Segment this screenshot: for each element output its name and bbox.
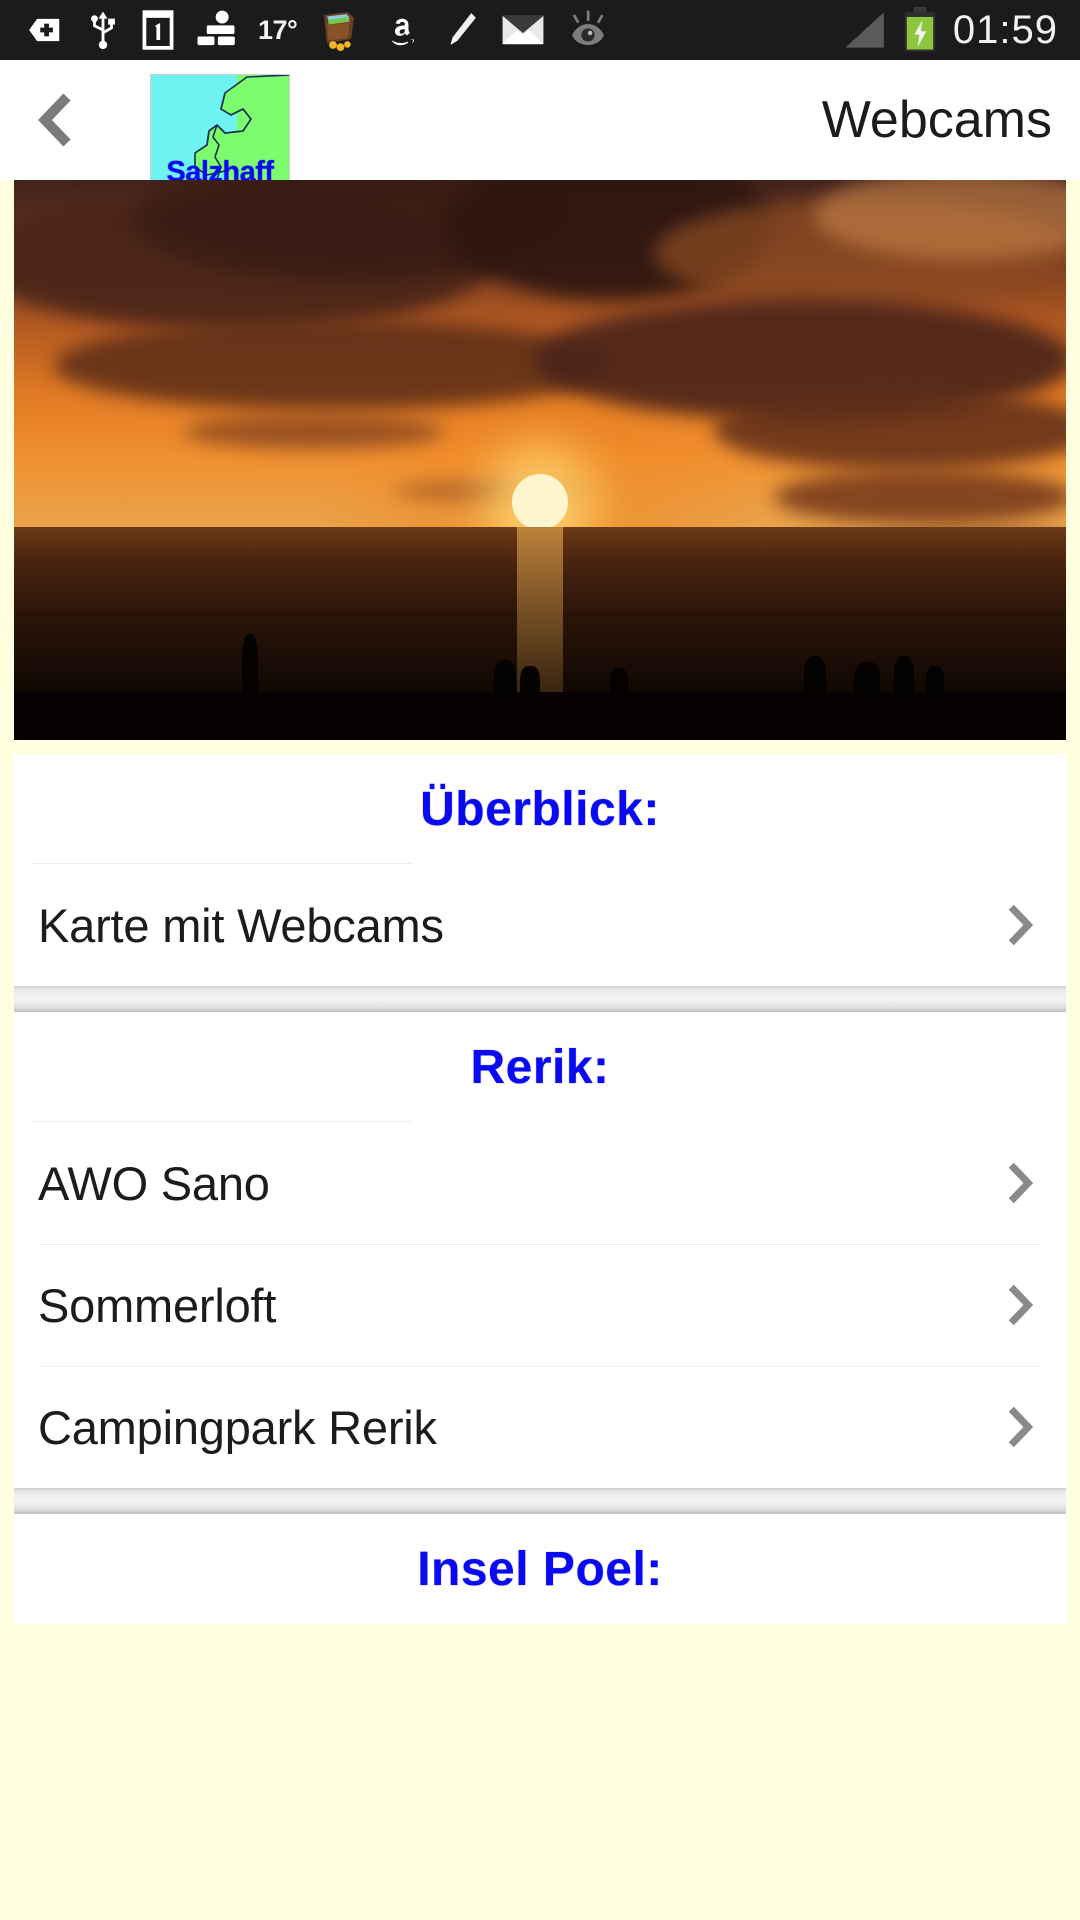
silhouette-figure [894,656,914,700]
list-item-label: Campingpark Rerik [38,1400,437,1454]
back-button[interactable] [0,60,110,180]
list-item[interactable]: AWO Sano [14,1122,1066,1244]
section-rerik: Rerik: AWO Sano Sommerloft Campingpark R… [14,1012,1066,1488]
list-item[interactable]: Sommerloft [14,1244,1066,1366]
bookmark-plus-icon [29,18,60,42]
chevron-left-icon [38,93,71,147]
section-heading: Rerik: [14,1012,1066,1122]
page-content: Überblick: Karte mit Webcams Rerik: AWO … [0,180,1080,1920]
person-share-icon [197,10,235,46]
chevron-right-icon [1008,904,1034,946]
page-title: Webcams [821,91,1052,149]
section-separator [14,986,1066,1012]
silhouette-figure [854,662,880,700]
silhouette-figure [926,666,944,700]
chevron-right-icon [1008,1406,1034,1448]
silhouette-figure [610,668,628,700]
section-heading: Insel Poel: [14,1514,1066,1624]
cloud-shape [774,470,1066,524]
list-item-label: AWO Sano [38,1156,270,1210]
silhouette-figure [520,666,540,700]
eye-icon [572,10,605,45]
hero-sunset-image [14,180,1066,740]
mail-envelope-icon [502,15,544,45]
list-item[interactable]: Campingpark Rerik [14,1366,1066,1488]
section-heading: Überblick: [14,754,1066,864]
app-header: Salzhaff Webcams [0,60,1080,192]
amazon-icon [392,18,415,46]
silhouette-figure [804,656,826,700]
status-icons-left: 17° [0,9,609,51]
salzhaff-logo[interactable]: Salzhaff [150,74,290,192]
status-icons-right: 01:59 [839,0,1058,60]
signal-bars-icon [845,12,884,48]
section-heading-label: Rerik: [470,1040,610,1094]
pencil-edit-icon [450,13,477,45]
list-item[interactable]: Karte mit Webcams [14,864,1066,986]
cloud-shape [184,415,444,449]
chevron-right-icon [1008,1162,1034,1204]
section-insel-poel: Insel Poel: [14,1514,1066,1624]
temperature-indicator: 17° [258,14,298,45]
android-status-bar: 17° 01:59 [0,0,1080,60]
content-spacer [14,740,1066,754]
hero-sun [512,474,568,530]
section-separator [14,1488,1066,1514]
silhouette-figure [494,660,516,700]
usb-icon [91,11,115,50]
list-item-label: Karte mit Webcams [38,898,444,952]
status-clock: 01:59 [952,7,1058,52]
wallet-app-icon [324,12,355,51]
section-uberblick: Überblick: Karte mit Webcams [14,754,1066,986]
list-item-label: Sommerloft [38,1278,277,1332]
sim-card-1-icon [142,10,174,50]
section-heading-label: Insel Poel: [417,1542,663,1596]
battery-charging-icon [904,7,936,52]
section-heading-label: Überblick: [420,782,660,836]
cloud-shape [54,320,614,410]
silhouette-figure [242,634,258,700]
chevron-right-icon [1008,1284,1034,1326]
